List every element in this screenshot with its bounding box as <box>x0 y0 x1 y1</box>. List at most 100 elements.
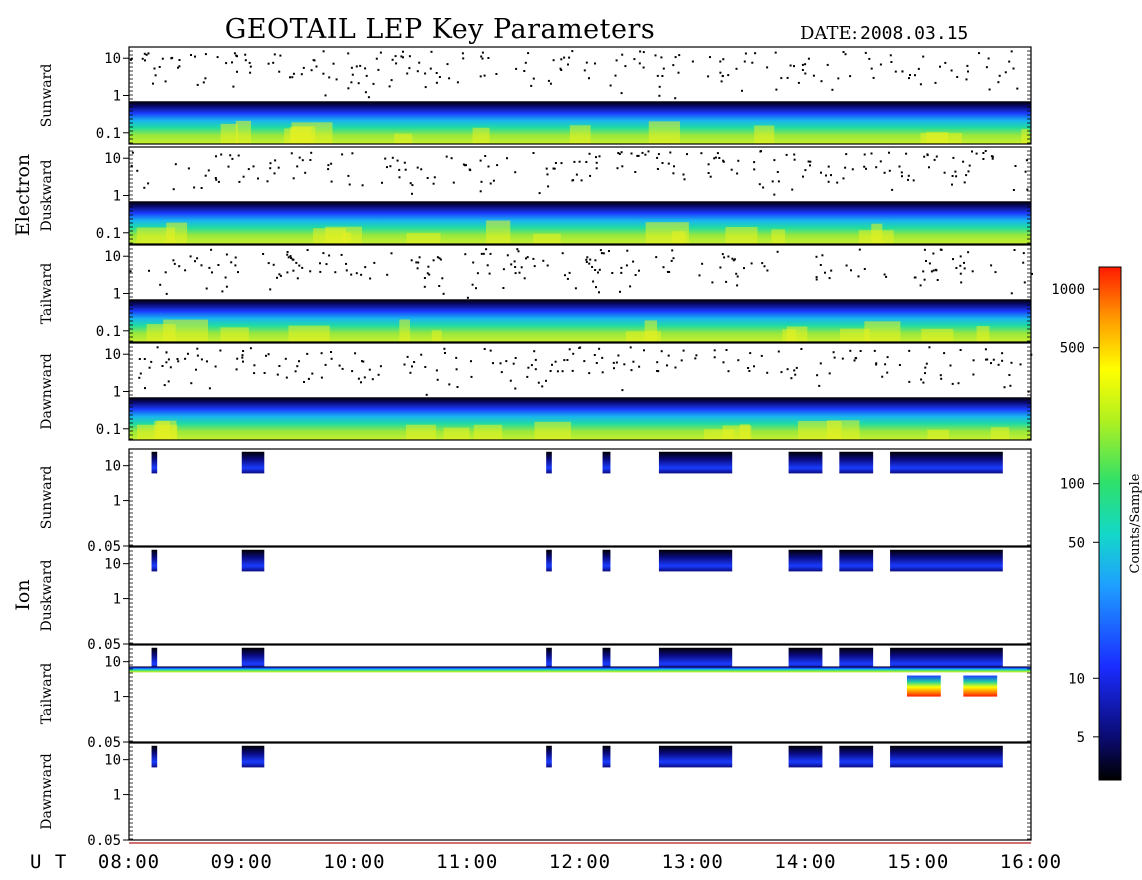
count-speckle <box>265 354 267 357</box>
count-speckle <box>439 258 442 261</box>
count-speckle <box>761 262 764 265</box>
count-speckle <box>394 55 397 58</box>
high-count-patch <box>648 121 680 144</box>
count-speckle <box>148 366 151 369</box>
count-speckle <box>350 66 353 69</box>
count-speckle <box>633 58 636 61</box>
count-speckle <box>985 66 988 69</box>
count-speckle <box>760 354 763 357</box>
ion-count-block <box>546 745 552 768</box>
count-speckle <box>908 380 911 383</box>
count-speckle <box>674 56 677 59</box>
y-tick-label: 1 <box>113 89 121 105</box>
time-tick-label: 16:00 <box>1000 851 1062 873</box>
count-speckle <box>721 75 724 78</box>
ion-count-block <box>788 647 823 670</box>
count-speckle <box>713 356 716 359</box>
count-speckle <box>914 276 917 279</box>
count-speckle <box>167 380 170 383</box>
count-speckle <box>347 174 350 177</box>
panel-label: Sunward <box>39 466 55 530</box>
count-speckle <box>959 272 962 275</box>
high-count-patch <box>797 421 842 440</box>
high-count-patch <box>472 127 490 144</box>
y-tick-label: 1 <box>113 690 121 706</box>
count-speckle <box>189 255 192 258</box>
count-speckle <box>1008 374 1011 376</box>
count-speckle <box>589 258 592 261</box>
count-speckle <box>673 165 675 168</box>
high-count-patch <box>292 126 316 144</box>
count-speckle <box>351 152 354 155</box>
count-speckle <box>391 156 394 159</box>
count-speckle <box>933 158 936 161</box>
group-label: Ion <box>12 579 34 610</box>
panel-label: Tailward <box>39 263 55 325</box>
count-speckle <box>1023 281 1026 284</box>
count-speckle <box>1010 361 1013 364</box>
count-speckle <box>885 275 888 278</box>
count-speckle <box>574 287 577 290</box>
count-speckle <box>523 70 526 72</box>
count-speckle <box>680 359 683 362</box>
count-speckle <box>879 63 882 66</box>
count-speckle <box>148 269 150 272</box>
count-speckle <box>351 370 354 373</box>
count-speckle <box>527 52 530 55</box>
count-speckle <box>303 381 305 383</box>
count-speckle <box>667 162 670 165</box>
count-speckle <box>357 82 360 85</box>
ion-count-block <box>546 549 552 572</box>
count-speckle <box>446 63 449 66</box>
count-speckle <box>205 287 208 290</box>
count-speckle <box>409 371 412 374</box>
count-speckle <box>355 272 358 275</box>
count-speckle <box>408 55 411 58</box>
count-speckle <box>554 360 557 363</box>
count-speckle <box>923 278 926 281</box>
count-speckle <box>225 285 228 288</box>
count-speckle <box>311 372 314 375</box>
count-speckle <box>278 365 281 367</box>
count-speckle <box>444 352 446 354</box>
count-speckle <box>923 155 926 158</box>
count-speckle <box>442 292 445 295</box>
count-speckle <box>492 362 494 365</box>
count-speckle <box>296 365 299 368</box>
count-speckle <box>749 352 752 355</box>
count-speckle <box>450 157 453 160</box>
count-speckle <box>588 372 591 375</box>
count-speckle <box>357 377 360 380</box>
count-speckle <box>520 266 523 269</box>
high-count-patch <box>990 427 1010 440</box>
count-speckle <box>170 57 173 60</box>
count-speckle <box>985 358 987 361</box>
count-speckle <box>330 351 332 353</box>
panel-electron-sunward: 10 1 0.1 Sunward <box>39 46 1032 145</box>
count-speckle <box>324 363 327 366</box>
count-speckle <box>433 176 436 179</box>
count-speckle <box>919 83 922 86</box>
count-speckle <box>641 151 644 154</box>
count-speckle <box>470 375 473 378</box>
count-speckle <box>483 74 486 77</box>
count-speckle <box>302 66 305 69</box>
count-speckle <box>236 70 238 73</box>
count-speckle <box>616 167 619 170</box>
count-speckle <box>196 347 199 350</box>
count-speckle <box>165 351 168 354</box>
count-speckle <box>773 159 776 162</box>
count-speckle <box>677 71 680 74</box>
count-speckle <box>620 271 623 274</box>
colorbar-tick-label: 500 <box>1060 341 1085 357</box>
count-speckle <box>408 67 411 70</box>
count-speckle <box>249 65 252 68</box>
count-speckle <box>315 65 318 68</box>
count-speckle <box>579 346 582 349</box>
count-speckle <box>1003 386 1006 389</box>
ion-count-block <box>241 451 265 474</box>
count-speckle <box>523 277 526 280</box>
count-speckle <box>330 162 333 165</box>
count-speckle <box>372 82 375 85</box>
count-speckle <box>824 271 826 274</box>
